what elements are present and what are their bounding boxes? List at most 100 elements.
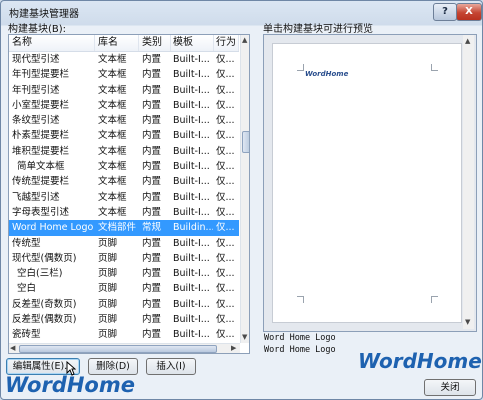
- row-library-cell: 文本框: [98, 54, 127, 65]
- row-behavior-cell: 仅...: [216, 115, 235, 127]
- row-behavior-cell: 仅...: [216, 161, 235, 173]
- list-vertical-scrollbar[interactable]: ▲ ▼: [240, 35, 249, 343]
- column-header-behavior[interactable]: 行为: [213, 35, 239, 51]
- row-behavior-cell: 仅...: [216, 252, 235, 264]
- table-row[interactable]: 小室型提要栏 文本框 内置 Built-I... 仅...: [9, 98, 239, 113]
- scroll-right-icon[interactable]: ▶: [231, 344, 236, 353]
- row-category-cell: 内置: [142, 237, 162, 249]
- row-template-cell: Built-I...: [173, 115, 210, 127]
- row-name-cell: 小室型提要栏: [12, 99, 70, 111]
- table-row[interactable]: 传统型 页脚 内置 Built-I... 仅...: [9, 236, 239, 251]
- column-header-name[interactable]: 名称: [9, 35, 95, 51]
- row-category-cell: 内置: [142, 130, 162, 142]
- row-behavior-cell: 仅...: [216, 206, 235, 218]
- row-library-cell: 文本框: [98, 176, 127, 188]
- margin-corner-mark: [431, 296, 438, 303]
- building-blocks-organizer-dialog: 构建基块管理器 ? X 构建基块(B): 单击构建基块可进行预览 名称 库名 类…: [0, 0, 483, 400]
- preview-scroll-up-icon[interactable]: ▲: [465, 37, 470, 46]
- column-header-template[interactable]: 模板: [170, 35, 214, 51]
- scroll-up-icon[interactable]: ▲: [242, 36, 247, 45]
- row-name-cell: 现代型引述: [12, 54, 60, 65]
- row-name-cell: 空白: [17, 283, 37, 295]
- row-library-cell: 文本框: [98, 145, 127, 157]
- table-row[interactable]: 反差型(偶数页) 页脚 内置 Built-I... 仅...: [9, 312, 239, 327]
- preview-label: 单击构建基块可进行预览: [263, 24, 373, 35]
- row-category-cell: 内置: [142, 252, 162, 264]
- table-row[interactable]: 朴素型提要栏 文本框 内置 Built-I... 仅...: [9, 128, 239, 143]
- row-behavior-cell: 仅...: [216, 69, 235, 81]
- row-name-cell: 传统型: [12, 237, 41, 249]
- vertical-scroll-thumb[interactable]: [242, 131, 249, 153]
- margin-corner-mark: [297, 64, 304, 71]
- table-row[interactable]: 飞越型引述 文本框 内置 Built-I... 仅...: [9, 190, 239, 205]
- row-category-cell: 内置: [142, 191, 162, 203]
- row-category-cell: 内置: [142, 84, 162, 96]
- row-category-cell: 内置: [142, 283, 162, 295]
- column-header-category[interactable]: 类别: [139, 35, 171, 51]
- row-category-cell: 内置: [142, 69, 162, 81]
- row-library-cell: 页脚: [98, 252, 118, 264]
- table-row[interactable]: 年刊型引述 文本框 内置 Built-I... 仅...: [9, 83, 239, 98]
- preview-page: WordHome: [272, 43, 462, 323]
- table-row[interactable]: 堆积型提要栏 文本框 内置 Built-I... 仅...: [9, 144, 239, 159]
- row-behavior-cell: 仅...: [216, 298, 235, 310]
- table-row[interactable]: 条纹型引述 文本框 内置 Built-I... 仅...: [9, 113, 239, 128]
- table-row[interactable]: 反差型(奇数页) 页脚 内置 Built-I... 仅...: [9, 297, 239, 312]
- row-name-cell: 年刊型引述: [12, 84, 60, 96]
- row-template-cell: Built-I...: [173, 130, 210, 142]
- row-behavior-cell: 仅...: [216, 329, 235, 341]
- row-template-cell: Buildin...: [173, 222, 213, 234]
- row-template-cell: Built-I...: [173, 298, 210, 310]
- horizontal-scroll-thumb[interactable]: [19, 345, 217, 353]
- row-library-cell: 页脚: [98, 268, 118, 280]
- table-row[interactable]: 空白 页脚 内置 Built-I... 仅...: [9, 281, 239, 296]
- row-behavior-cell: 仅...: [216, 314, 235, 326]
- row-behavior-cell: 仅...: [216, 222, 235, 234]
- help-button[interactable]: ?: [433, 3, 457, 21]
- row-name-cell: 飞越型引述: [12, 191, 60, 203]
- row-behavior-cell: 仅...: [216, 176, 235, 188]
- scroll-left-icon[interactable]: ◀: [10, 344, 15, 353]
- row-template-cell: Built-I...: [173, 84, 210, 96]
- close-button[interactable]: 关闭: [424, 379, 476, 396]
- table-row[interactable]: Word Home Logo文档部件常规Buildin...仅...W: [9, 220, 249, 236]
- close-window-button[interactable]: X: [456, 3, 482, 21]
- table-row[interactable]: 现代型(偶数页) 页脚 内置 Built-I... 仅...: [9, 251, 239, 266]
- row-library-cell: 文本框: [98, 115, 127, 127]
- row-template-cell: Built-I...: [173, 237, 210, 249]
- preview-scrollbar[interactable]: ▲ ▼: [463, 35, 474, 329]
- row-library-cell: 页脚: [98, 298, 118, 310]
- row-library-cell: 文本框: [98, 84, 127, 96]
- watermark-logo-left: WordHome: [5, 373, 135, 397]
- scroll-down-icon[interactable]: ▼: [242, 333, 247, 342]
- building-blocks-list[interactable]: 名称 库名 类别 模板 行为 说 现代型引述文本框内置Built-I...仅..…: [8, 34, 250, 354]
- row-library-cell: 页脚: [98, 329, 118, 341]
- row-name-cell: 反差型(偶数页): [12, 314, 77, 326]
- table-row[interactable]: 空白(三栏) 页脚 内置 Built-I... 仅...: [9, 266, 239, 281]
- table-row[interactable]: 瓷砖型 页脚 内置 Built-I... 仅...: [9, 327, 239, 342]
- row-category-cell: 内置: [142, 176, 162, 188]
- table-row[interactable]: 传统型提要栏 文本框 内置 Built-I... 仅...: [9, 174, 239, 189]
- table-row[interactable]: 年刊型提要栏 文本框 内置 Built-I... 仅...: [9, 67, 239, 82]
- preview-scroll-down-icon[interactable]: ▼: [465, 318, 470, 327]
- row-name-cell: 朴素型提要栏: [12, 130, 70, 142]
- title-bar: 构建基块管理器 ? X: [1, 1, 482, 23]
- row-library-cell: 页脚: [98, 283, 118, 295]
- row-name-cell: 条纹型引述: [12, 115, 60, 127]
- row-name-cell: 字母表型引述: [12, 206, 70, 218]
- row-name-cell: 反差型(奇数页): [12, 298, 77, 310]
- row-library-cell: 文本框: [98, 99, 127, 111]
- table-row[interactable]: 字母表型引述 文本框 内置 Built-I... 仅...: [9, 205, 239, 220]
- list-horizontal-scrollbar[interactable]: ◀ ▶: [9, 343, 240, 353]
- table-row[interactable]: 现代型引述 文本框 内置 Built-I... 仅...: [9, 52, 239, 67]
- row-category-cell: 内置: [142, 206, 162, 218]
- column-header-library[interactable]: 库名: [95, 35, 139, 51]
- row-library-cell: 文本框: [98, 161, 127, 173]
- table-row[interactable]: 简单文本框 文本框 内置 Built-I... 仅...: [9, 159, 239, 174]
- block-description-name: Word Home Logo: [264, 333, 336, 343]
- row-behavior-cell: 仅...: [216, 283, 235, 295]
- watermark-logo-right: WordHome: [358, 349, 482, 373]
- row-name-cell: 简单文本框: [17, 161, 65, 173]
- insert-button[interactable]: 插入(I): [146, 358, 196, 375]
- row-category-cell: 内置: [142, 145, 162, 157]
